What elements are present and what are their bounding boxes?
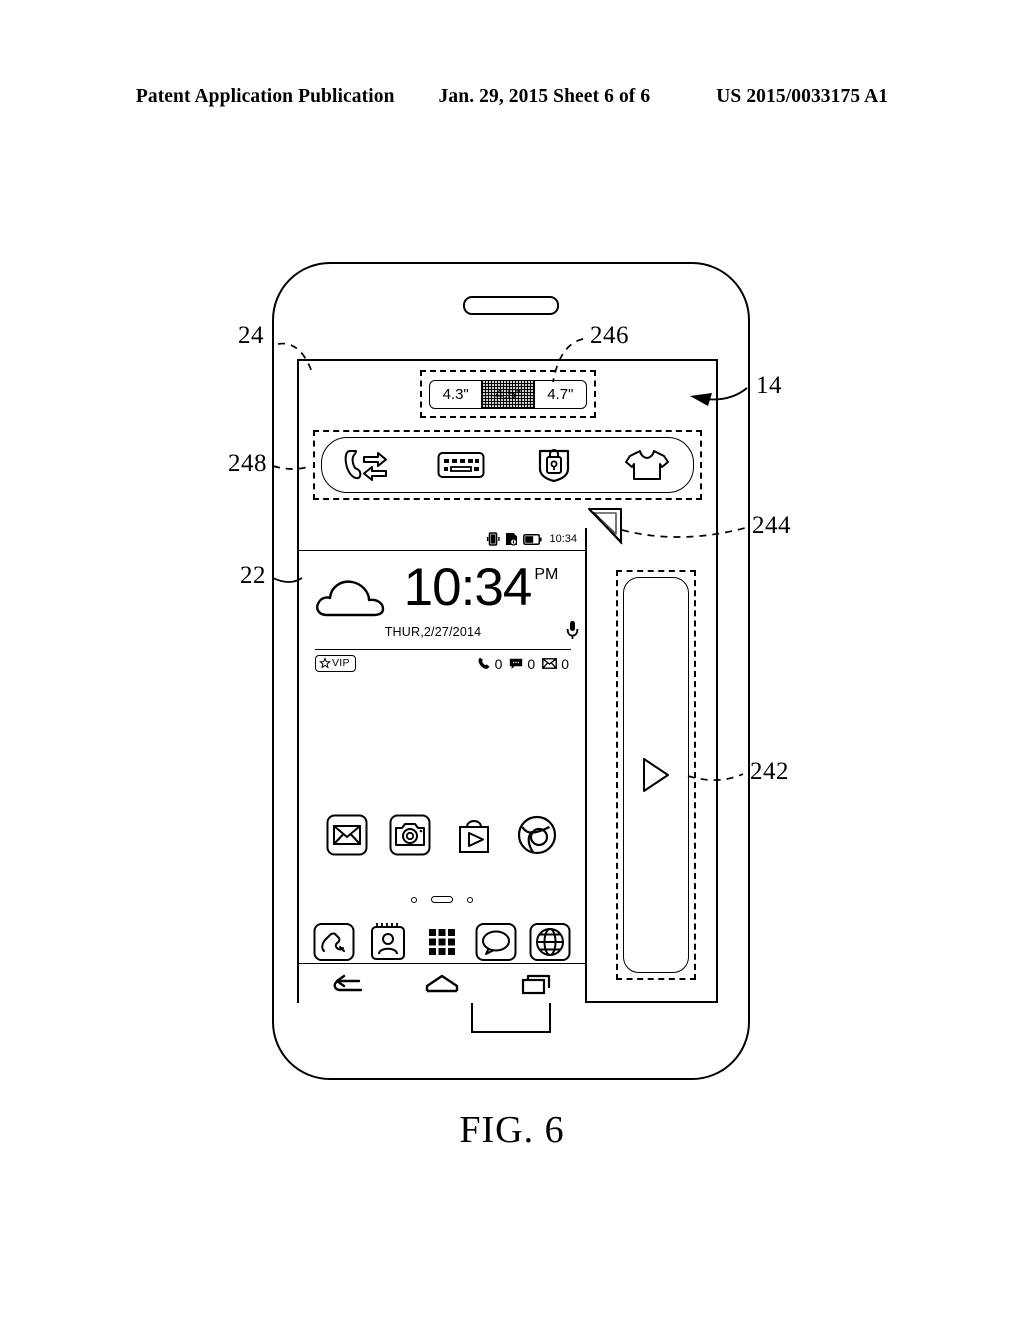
feature-tray	[321, 437, 694, 493]
home-screen-app-row	[299, 813, 585, 857]
counter-missed-calls-value: 0	[494, 655, 503, 672]
publication-header: Patent Application Publication Jan. 29, …	[0, 86, 1024, 108]
ref-14: 14	[756, 372, 782, 399]
call-transfer-icon[interactable]	[339, 443, 397, 487]
size-option-small-label: 4.3"	[442, 386, 469, 403]
email-app-icon[interactable]	[325, 813, 369, 857]
message-icon	[509, 658, 523, 670]
side-panel[interactable]	[623, 577, 689, 973]
cloud-icon	[313, 569, 389, 621]
counter-mail[interactable]: 0	[542, 656, 569, 672]
keyboard-icon[interactable]	[432, 443, 490, 487]
widget-time: 10:34	[403, 558, 533, 617]
size-option-medium-label: 4.5"	[494, 386, 522, 403]
recents-nav-icon[interactable]	[516, 971, 558, 997]
page-dot-2-active[interactable]	[431, 896, 453, 903]
phone-icon	[478, 657, 491, 670]
ref-22: 22	[240, 562, 266, 589]
chrome-app-icon[interactable]	[515, 813, 559, 857]
counter-mail-value: 0	[561, 655, 569, 672]
widget-divider	[315, 649, 571, 650]
clock-weather-widget[interactable]: 10:34 PM THUR,2/27/2014 VIP 0 0 0	[299, 551, 585, 701]
tshirt-icon[interactable]	[618, 443, 676, 487]
counter-messages-value: 0	[527, 655, 536, 672]
ref-246: 246	[590, 322, 629, 349]
vip-badge[interactable]: VIP	[315, 655, 356, 672]
ref-244: 244	[752, 512, 791, 539]
lock-shield-icon[interactable]	[525, 443, 583, 487]
publication-title: Patent Application Publication	[135, 86, 395, 107]
size-selector[interactable]: 4.3" 4.5" 4.7"	[429, 380, 587, 409]
counter-missed-calls[interactable]: 0	[478, 655, 503, 672]
page-dot-3[interactable]	[467, 896, 473, 903]
phone-dock-icon[interactable]	[312, 920, 356, 964]
sd-card-icon	[505, 532, 518, 546]
size-option-small[interactable]: 4.3"	[430, 381, 481, 408]
back-nav-icon[interactable]	[326, 971, 368, 997]
star-icon	[319, 657, 331, 669]
navigation-bar	[299, 963, 585, 1003]
vip-badge-label: VIP	[332, 657, 350, 669]
app-drawer-dock-icon[interactable]	[420, 920, 464, 964]
battery-icon	[523, 533, 543, 545]
microphone-icon[interactable]	[566, 620, 579, 640]
widget-date: THUR,2/27/2014	[384, 625, 482, 639]
earpiece-speaker	[463, 296, 559, 315]
publication-number: US 2015/0033175 A1	[716, 86, 889, 107]
home-nav-icon[interactable]	[421, 971, 463, 997]
size-option-large[interactable]: 4.7"	[535, 381, 586, 408]
browser-dock-icon[interactable]	[528, 920, 572, 964]
hardware-home-button[interactable]	[471, 999, 551, 1033]
messages-dock-icon[interactable]	[474, 920, 518, 964]
ref-242: 242	[750, 758, 789, 785]
figure-caption: FIG. 6	[459, 1109, 565, 1151]
camera-app-icon[interactable]	[388, 813, 432, 857]
play-triangle-icon	[641, 757, 671, 793]
size-option-large-label: 4.7"	[547, 386, 574, 403]
status-bar: 10:34	[299, 528, 585, 551]
widget-ampm: PM	[534, 566, 559, 583]
play-store-app-icon[interactable]	[452, 813, 496, 857]
phone-screen-preview: 10:34 10:34 PM THUR,2/27/2014 VIP 0 0 0	[297, 528, 587, 1003]
vibrate-icon	[487, 532, 501, 546]
resize-handle[interactable]	[588, 508, 628, 552]
ref-248: 248	[228, 450, 267, 477]
contacts-dock-icon[interactable]	[366, 920, 410, 964]
publication-date-sheet: Jan. 29, 2015 Sheet 6 of 6	[438, 86, 651, 107]
notification-counters: 0 0 0	[478, 656, 569, 672]
mail-icon	[542, 658, 558, 669]
counter-messages[interactable]: 0	[509, 656, 535, 672]
status-bar-time: 10:34	[549, 533, 577, 545]
ref-24: 24	[238, 322, 264, 349]
page-indicator	[299, 896, 585, 903]
page-dot-1[interactable]	[411, 896, 417, 903]
size-option-medium-selected[interactable]: 4.5"	[481, 381, 535, 408]
